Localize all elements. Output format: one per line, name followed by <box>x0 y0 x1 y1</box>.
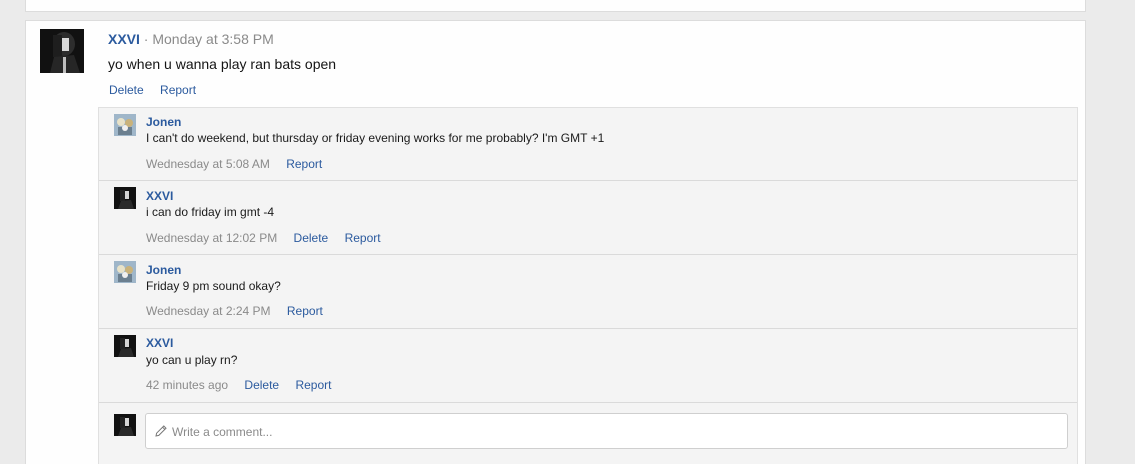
comment-delete-link[interactable]: Delete <box>244 378 279 392</box>
comment-author-link[interactable]: XXVI <box>146 336 173 350</box>
comment-time[interactable]: Wednesday at 12:02 PM <box>146 231 277 245</box>
poster-avatar[interactable] <box>40 29 84 73</box>
current-user-avatar <box>114 414 136 436</box>
status-header: XXVI · Monday at 3:58 PM <box>108 31 274 47</box>
status-report-link[interactable]: Report <box>160 83 196 97</box>
comment-report-link[interactable]: Report <box>287 304 323 318</box>
comment-input[interactable] <box>170 414 1054 450</box>
previous-card <box>25 0 1086 12</box>
comment-text: i can do friday im gmt -4 <box>146 205 275 219</box>
comment-author-link[interactable]: XXVI <box>146 189 173 203</box>
status-message: yo when u wanna play ran bats open <box>108 56 337 72</box>
commenter-avatar[interactable] <box>114 335 136 357</box>
pencil-icon <box>154 424 168 438</box>
comment-time[interactable]: Wednesday at 5:08 AM <box>146 157 270 171</box>
comment-author-link[interactable]: Jonen <box>146 263 181 277</box>
status-delete-link[interactable]: Delete <box>109 83 144 97</box>
comment-author-link[interactable]: Jonen <box>146 115 181 129</box>
comment-meta: 42 minutes ago Delete Report <box>146 378 331 392</box>
comment-text: yo can u play rn? <box>146 353 238 367</box>
comment-delete-link[interactable]: Delete <box>294 231 329 245</box>
comment-time[interactable]: Wednesday at 2:24 PM <box>146 304 271 318</box>
commenter-avatar[interactable] <box>114 187 136 209</box>
commenter-avatar[interactable] <box>114 114 136 136</box>
status-time[interactable]: Monday at 3:58 PM <box>152 31 273 47</box>
comment-time[interactable]: 42 minutes ago <box>146 378 228 392</box>
comment-item: XXVI i can do friday im gmt -4 Wednesday… <box>99 181 1077 255</box>
separator: · <box>143 31 149 47</box>
comment-report-link[interactable]: Report <box>286 157 322 171</box>
comment-report-link[interactable]: Report <box>345 231 381 245</box>
comment-report-link[interactable]: Report <box>295 378 331 392</box>
comment-meta: Wednesday at 2:24 PM Report <box>146 304 323 318</box>
comment-text: Friday 9 pm sound okay? <box>146 279 281 293</box>
profile-post-card: XXVI · Monday at 3:58 PM yo when u wanna… <box>25 20 1086 464</box>
write-comment-box[interactable] <box>145 413 1068 450</box>
comment-meta: Wednesday at 5:08 AM Report <box>146 157 322 171</box>
comment-meta: Wednesday at 12:02 PM Delete Report <box>146 231 381 245</box>
comment-item: Jonen Friday 9 pm sound okay? Wednesday … <box>99 255 1077 329</box>
comment-composer <box>99 408 1077 464</box>
status-author-link[interactable]: XXVI <box>108 31 140 47</box>
comment-item: Jonen I can't do weekend, but thursday o… <box>99 108 1077 181</box>
status-actions: Delete Report <box>109 83 209 97</box>
commenter-avatar[interactable] <box>114 261 136 283</box>
comments-list: Jonen I can't do weekend, but thursday o… <box>98 107 1078 464</box>
comment-text: I can't do weekend, but thursday or frid… <box>146 131 605 145</box>
comment-item: XXVI yo can u play rn? 42 minutes ago De… <box>99 329 1077 403</box>
